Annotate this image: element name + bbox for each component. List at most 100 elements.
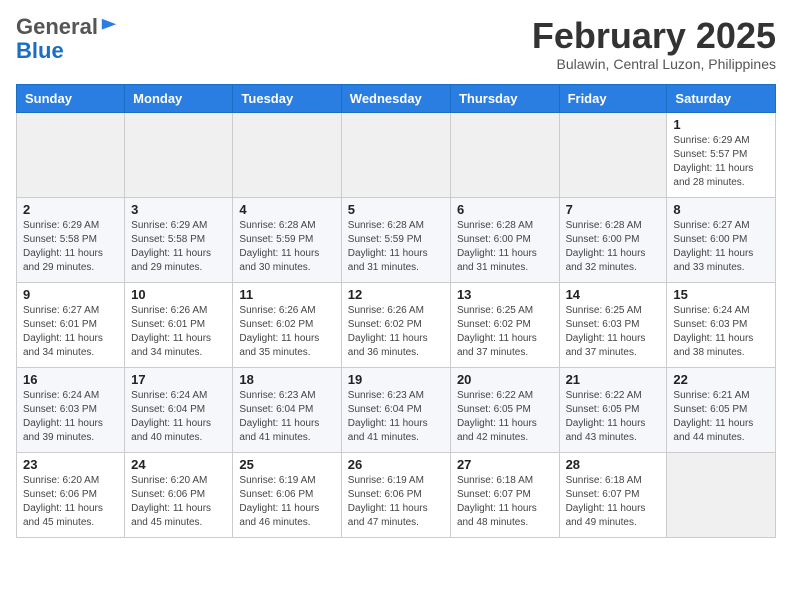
day-info: Sunrise: 6:24 AM Sunset: 6:03 PM Dayligh… xyxy=(673,304,769,360)
day-number: 2 xyxy=(23,202,118,217)
day-info: Sunrise: 6:28 AM Sunset: 6:00 PM Dayligh… xyxy=(457,219,553,275)
day-info: Sunrise: 6:29 AM Sunset: 5:57 PM Dayligh… xyxy=(673,134,769,190)
day-info: Sunrise: 6:22 AM Sunset: 6:05 PM Dayligh… xyxy=(566,389,661,445)
col-header-saturday: Saturday xyxy=(667,84,776,112)
calendar-cell: 25 Sunrise: 6:19 AM Sunset: 6:06 PM Dayli… xyxy=(233,452,341,537)
day-info: Sunrise: 6:29 AM Sunset: 5:58 PM Dayligh… xyxy=(23,219,118,275)
day-number: 23 xyxy=(23,457,118,472)
logo-blue-text: Blue xyxy=(16,38,64,64)
col-header-wednesday: Wednesday xyxy=(341,84,450,112)
calendar-table: SundayMondayTuesdayWednesdayThursdayFrid… xyxy=(16,84,776,538)
logo: General Blue xyxy=(16,16,118,64)
calendar-cell: 21 Sunrise: 6:22 AM Sunset: 6:05 PM Dayli… xyxy=(559,367,667,452)
day-number: 7 xyxy=(566,202,661,217)
calendar-cell: 28 Sunrise: 6:18 AM Sunset: 6:07 PM Dayli… xyxy=(559,452,667,537)
calendar-week-row: 1Sunrise: 6:29 AM Sunset: 5:57 PM Daylig… xyxy=(17,112,776,197)
calendar-cell xyxy=(233,112,341,197)
col-header-monday: Monday xyxy=(125,84,233,112)
calendar-cell: 4 Sunrise: 6:28 AM Sunset: 5:59 PM Daylig… xyxy=(233,197,341,282)
calendar-cell xyxy=(667,452,776,537)
day-info: Sunrise: 6:21 AM Sunset: 6:05 PM Dayligh… xyxy=(673,389,769,445)
month-title: February 2025 xyxy=(532,16,776,56)
calendar-cell xyxy=(450,112,559,197)
calendar-cell: 12 Sunrise: 6:26 AM Sunset: 6:02 PM Dayli… xyxy=(341,282,450,367)
day-number: 26 xyxy=(348,457,444,472)
calendar-cell: 1Sunrise: 6:29 AM Sunset: 5:57 PM Daylig… xyxy=(667,112,776,197)
day-info: Sunrise: 6:18 AM Sunset: 6:07 PM Dayligh… xyxy=(566,474,661,530)
day-info: Sunrise: 6:18 AM Sunset: 6:07 PM Dayligh… xyxy=(457,474,553,530)
calendar-cell: 26 Sunrise: 6:19 AM Sunset: 6:06 PM Dayli… xyxy=(341,452,450,537)
calendar-header-row: SundayMondayTuesdayWednesdayThursdayFrid… xyxy=(17,84,776,112)
calendar-cell: 17 Sunrise: 6:24 AM Sunset: 6:04 PM Dayli… xyxy=(125,367,233,452)
day-number: 21 xyxy=(566,372,661,387)
day-number: 15 xyxy=(673,287,769,302)
day-info: Sunrise: 6:27 AM Sunset: 6:00 PM Dayligh… xyxy=(673,219,769,275)
day-info: Sunrise: 6:29 AM Sunset: 5:58 PM Dayligh… xyxy=(131,219,226,275)
calendar-cell: 9Sunrise: 6:27 AM Sunset: 6:01 PM Daylig… xyxy=(17,282,125,367)
day-number: 12 xyxy=(348,287,444,302)
calendar-cell: 10 Sunrise: 6:26 AM Sunset: 6:01 PM Dayli… xyxy=(125,282,233,367)
day-info: Sunrise: 6:24 AM Sunset: 6:04 PM Dayligh… xyxy=(131,389,226,445)
day-number: 3 xyxy=(131,202,226,217)
day-info: Sunrise: 6:26 AM Sunset: 6:02 PM Dayligh… xyxy=(239,304,334,360)
day-number: 6 xyxy=(457,202,553,217)
day-info: Sunrise: 6:26 AM Sunset: 6:02 PM Dayligh… xyxy=(348,304,444,360)
logo-flag-icon xyxy=(100,17,118,35)
day-number: 5 xyxy=(348,202,444,217)
day-info: Sunrise: 6:19 AM Sunset: 6:06 PM Dayligh… xyxy=(239,474,334,530)
calendar-cell: 18 Sunrise: 6:23 AM Sunset: 6:04 PM Dayli… xyxy=(233,367,341,452)
location-text: Bulawin, Central Luzon, Philippines xyxy=(532,56,776,72)
page-header: General Blue February 2025 Bulawin, Cent… xyxy=(16,16,776,72)
logo-general-text: General xyxy=(16,16,98,38)
day-number: 17 xyxy=(131,372,226,387)
day-info: Sunrise: 6:23 AM Sunset: 6:04 PM Dayligh… xyxy=(348,389,444,445)
calendar-cell: 24Sunrise: 6:20 AM Sunset: 6:06 PM Dayli… xyxy=(125,452,233,537)
calendar-cell: 5 Sunrise: 6:28 AM Sunset: 5:59 PM Daylig… xyxy=(341,197,450,282)
col-header-thursday: Thursday xyxy=(450,84,559,112)
day-number: 27 xyxy=(457,457,553,472)
day-info: Sunrise: 6:28 AM Sunset: 6:00 PM Dayligh… xyxy=(566,219,661,275)
calendar-cell: 3 Sunrise: 6:29 AM Sunset: 5:58 PM Daylig… xyxy=(125,197,233,282)
day-number: 10 xyxy=(131,287,226,302)
day-info: Sunrise: 6:23 AM Sunset: 6:04 PM Dayligh… xyxy=(239,389,334,445)
day-info: Sunrise: 6:20 AM Sunset: 6:06 PM Dayligh… xyxy=(23,474,118,530)
day-number: 22 xyxy=(673,372,769,387)
title-area: February 2025 Bulawin, Central Luzon, Ph… xyxy=(532,16,776,72)
calendar-cell: 27 Sunrise: 6:18 AM Sunset: 6:07 PM Dayli… xyxy=(450,452,559,537)
calendar-cell: 23 Sunrise: 6:20 AM Sunset: 6:06 PM Dayli… xyxy=(17,452,125,537)
calendar-cell xyxy=(125,112,233,197)
day-number: 19 xyxy=(348,372,444,387)
day-number: 28 xyxy=(566,457,661,472)
day-info: Sunrise: 6:28 AM Sunset: 5:59 PM Dayligh… xyxy=(239,219,334,275)
day-info: Sunrise: 6:26 AM Sunset: 6:01 PM Dayligh… xyxy=(131,304,226,360)
calendar-week-row: 2 Sunrise: 6:29 AM Sunset: 5:58 PM Daylig… xyxy=(17,197,776,282)
col-header-tuesday: Tuesday xyxy=(233,84,341,112)
day-info: Sunrise: 6:28 AM Sunset: 5:59 PM Dayligh… xyxy=(348,219,444,275)
day-number: 18 xyxy=(239,372,334,387)
calendar-cell: 2 Sunrise: 6:29 AM Sunset: 5:58 PM Daylig… xyxy=(17,197,125,282)
calendar-cell: 22 Sunrise: 6:21 AM Sunset: 6:05 PM Dayli… xyxy=(667,367,776,452)
calendar-cell xyxy=(559,112,667,197)
day-info: Sunrise: 6:25 AM Sunset: 6:03 PM Dayligh… xyxy=(566,304,661,360)
day-number: 25 xyxy=(239,457,334,472)
calendar-cell xyxy=(341,112,450,197)
calendar-cell xyxy=(17,112,125,197)
day-number: 14 xyxy=(566,287,661,302)
calendar-week-row: 23 Sunrise: 6:20 AM Sunset: 6:06 PM Dayli… xyxy=(17,452,776,537)
calendar-week-row: 9Sunrise: 6:27 AM Sunset: 6:01 PM Daylig… xyxy=(17,282,776,367)
calendar-cell: 15 Sunrise: 6:24 AM Sunset: 6:03 PM Dayli… xyxy=(667,282,776,367)
calendar-cell: 7 Sunrise: 6:28 AM Sunset: 6:00 PM Daylig… xyxy=(559,197,667,282)
calendar-cell: 8 Sunrise: 6:27 AM Sunset: 6:00 PM Daylig… xyxy=(667,197,776,282)
day-number: 13 xyxy=(457,287,553,302)
day-number: 8 xyxy=(673,202,769,217)
calendar-week-row: 16 Sunrise: 6:24 AM Sunset: 6:03 PM Dayli… xyxy=(17,367,776,452)
day-info: Sunrise: 6:19 AM Sunset: 6:06 PM Dayligh… xyxy=(348,474,444,530)
day-info: Sunrise: 6:22 AM Sunset: 6:05 PM Dayligh… xyxy=(457,389,553,445)
day-info: Sunrise: 6:20 AM Sunset: 6:06 PM Dayligh… xyxy=(131,474,226,530)
day-info: Sunrise: 6:24 AM Sunset: 6:03 PM Dayligh… xyxy=(23,389,118,445)
day-number: 16 xyxy=(23,372,118,387)
col-header-friday: Friday xyxy=(559,84,667,112)
day-number: 11 xyxy=(239,287,334,302)
day-number: 4 xyxy=(239,202,334,217)
day-info: Sunrise: 6:27 AM Sunset: 6:01 PM Dayligh… xyxy=(23,304,118,360)
